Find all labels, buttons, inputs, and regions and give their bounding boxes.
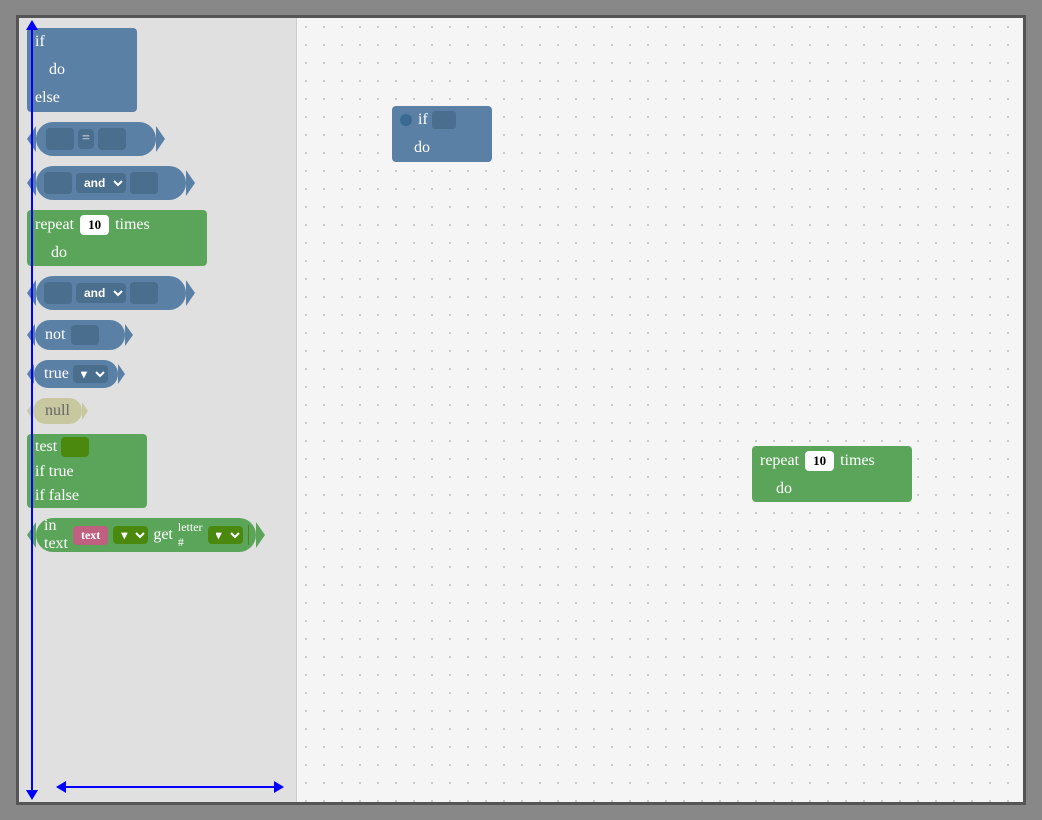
true-label: true	[44, 365, 69, 383]
canvas-repeat-times-label: times	[840, 452, 875, 470]
test-slot	[61, 437, 89, 457]
compare-block[interactable]: =	[36, 122, 156, 156]
test-block[interactable]: test if true if false	[27, 434, 147, 508]
if-label: if	[35, 33, 45, 51]
canvas-repeat-value[interactable]: 10	[805, 451, 834, 471]
intext-text-slot[interactable]: text	[73, 526, 108, 545]
and2-dropdown[interactable]: and or	[76, 283, 126, 303]
do-label: do	[49, 61, 65, 79]
list-item[interactable]: =	[27, 122, 288, 156]
canvas-repeat-do-label: do	[776, 480, 792, 498]
and1-right-slot	[130, 172, 158, 194]
else-label: else	[35, 89, 60, 107]
gear-icon[interactable]	[400, 114, 412, 126]
if-true-label: if true	[35, 463, 74, 481]
and2-left-slot	[44, 282, 72, 304]
list-item[interactable]: and or	[27, 276, 288, 310]
and-block-1[interactable]: and or	[36, 166, 186, 200]
canvas-if-label: if	[418, 111, 428, 129]
and1-left-slot	[44, 172, 72, 194]
and-block-2[interactable]: and or	[36, 276, 186, 310]
and1-dropdown[interactable]: and or	[76, 173, 126, 193]
null-block[interactable]: null	[33, 398, 82, 424]
list-item[interactable]: not	[27, 320, 288, 350]
list-item[interactable]: true ▾	[27, 360, 288, 388]
vertical-arrow-icon	[31, 28, 33, 792]
true-dropdown[interactable]: ▾	[73, 365, 108, 383]
list-item[interactable]: repeat 10 times do	[27, 210, 288, 266]
repeat-block-sidebar[interactable]: repeat 10 times do	[27, 210, 207, 266]
canvas-do-label: do	[414, 139, 430, 157]
repeat-do-label: do	[51, 244, 67, 262]
main-container: if do else =	[16, 15, 1026, 805]
if-false-label: if false	[35, 487, 79, 505]
canvas-area[interactable]: if do repeat 10 times do	[297, 18, 1023, 802]
intext-block[interactable]: in text text ▾ get letter # ▾	[36, 518, 256, 552]
true-block[interactable]: true ▾	[34, 360, 118, 388]
list-item[interactable]: test if true if false	[27, 434, 288, 508]
test-label: test	[35, 438, 57, 456]
intext-text-dropdown[interactable]: ▾	[113, 526, 148, 544]
intext-in-label: in text	[44, 517, 68, 553]
if-else-block[interactable]: if do else	[27, 28, 137, 112]
canvas-repeat-block[interactable]: repeat 10 times do	[752, 446, 912, 502]
sidebar: if do else =	[19, 18, 297, 802]
list-item[interactable]: if do else	[27, 28, 288, 112]
canvas-if-block[interactable]: if do	[392, 106, 492, 162]
repeat-times-label: times	[115, 216, 150, 234]
compare-right-slot	[98, 128, 126, 150]
list-item[interactable]: null	[27, 398, 288, 424]
and2-right-slot	[130, 282, 158, 304]
repeat-times-value[interactable]: 10	[80, 215, 109, 235]
compare-equals[interactable]: =	[78, 129, 94, 149]
intext-letter-dropdown[interactable]: ▾	[208, 526, 243, 544]
canvas-repeat-inner[interactable]: repeat 10 times do	[752, 446, 912, 502]
list-item[interactable]: in text text ▾ get letter # ▾	[27, 518, 288, 552]
null-label: null	[45, 402, 70, 419]
not-block[interactable]: not	[35, 320, 125, 350]
not-label: not	[45, 326, 65, 344]
list-item[interactable]: and or	[27, 166, 288, 200]
compare-left-slot	[46, 128, 74, 150]
not-slot	[71, 325, 99, 345]
canvas-if-socket	[432, 111, 456, 129]
intext-letter-label: letter #	[178, 520, 203, 550]
repeat-label: repeat	[35, 216, 74, 234]
horizontal-arrow-icon	[64, 786, 276, 788]
intext-get-label: get	[153, 526, 173, 544]
canvas-repeat-label: repeat	[760, 452, 799, 470]
